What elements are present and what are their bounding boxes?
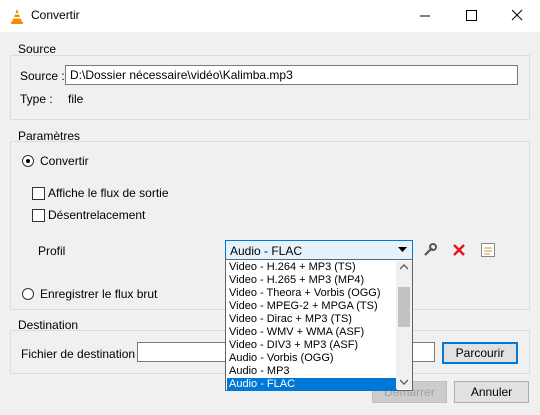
raw-stream-label: Enregistrer le flux brut	[40, 287, 158, 301]
deinterlace-checkbox[interactable]	[32, 209, 45, 222]
source-group-label: Source	[18, 42, 57, 56]
profile-select[interactable]: Audio - FLAC	[225, 240, 413, 260]
show-output-label: Affiche le flux de sortie	[48, 186, 169, 200]
maximize-icon	[466, 10, 477, 21]
profile-option[interactable]: Video - Dirac + MP3 (TS)	[227, 313, 397, 326]
profile-option[interactable]: Video - MPEG-2 + MPGA (TS)	[227, 300, 397, 313]
delete-x-icon	[453, 244, 465, 256]
dropdown-scrollbar[interactable]	[396, 261, 412, 389]
close-icon	[511, 9, 523, 21]
deinterlace-label: Désentrelacement	[48, 208, 146, 222]
new-profile-button[interactable]	[478, 240, 498, 260]
vlc-cone-icon	[11, 9, 23, 24]
destination-file-label: Fichier de destination :	[21, 347, 142, 361]
scroll-down-arrow-icon[interactable]	[400, 379, 408, 385]
destination-group-label: Destination	[18, 318, 79, 332]
delete-profile-button[interactable]	[449, 240, 469, 260]
edit-profile-button[interactable]	[420, 240, 440, 260]
cancel-button[interactable]: Annuler	[454, 381, 529, 403]
type-label: Type :	[20, 92, 53, 106]
profile-dropdown-list: Video - H.264 + MP3 (TS) Video - H.265 +…	[225, 259, 413, 391]
scrollbar-thumb[interactable]	[398, 287, 410, 327]
profile-option[interactable]: Audio - Vorbis (OGG)	[227, 352, 397, 365]
source-path-input[interactable]: D:\Dossier nécessaire\vidéo\Kalimba.mp3	[65, 65, 518, 85]
profile-option[interactable]: Video - DIV3 + MP3 (ASF)	[227, 339, 397, 352]
wrench-icon	[424, 243, 437, 256]
convert-radio[interactable]	[22, 155, 34, 167]
profile-option[interactable]: Video - H.265 + MP3 (MP4)	[227, 274, 397, 287]
type-value: file	[68, 92, 84, 106]
profile-option[interactable]: Video - H.264 + MP3 (TS)	[227, 261, 397, 274]
scroll-up-arrow-icon[interactable]	[400, 264, 408, 270]
show-output-checkbox[interactable]	[32, 187, 45, 200]
minimize-button[interactable]	[402, 0, 448, 32]
profile-option[interactable]: Video - WMV + WMA (ASF)	[227, 326, 397, 339]
convert-label: Convertir	[40, 154, 89, 168]
profile-label: Profil	[38, 244, 66, 258]
new-profile-icon	[481, 243, 495, 257]
profile-selected-value: Audio - FLAC	[230, 244, 303, 258]
profile-option-selected[interactable]: Audio - FLAC	[227, 378, 397, 391]
browse-button[interactable]: Parcourir	[442, 342, 518, 364]
title-bar: Convertir	[0, 0, 540, 32]
minimize-icon	[420, 15, 430, 17]
source-label: Source :	[20, 69, 65, 83]
window-title: Convertir	[31, 8, 80, 22]
maximize-button[interactable]	[448, 0, 494, 32]
radio-selected-dot	[26, 159, 30, 163]
chevron-down-icon	[398, 247, 407, 252]
close-button[interactable]	[494, 0, 540, 32]
profile-option[interactable]: Video - Theora + Vorbis (OGG)	[227, 287, 397, 300]
settings-group-label: Paramètres	[18, 129, 81, 143]
profile-option[interactable]: Audio - MP3	[227, 365, 397, 378]
raw-stream-radio[interactable]	[22, 288, 34, 300]
